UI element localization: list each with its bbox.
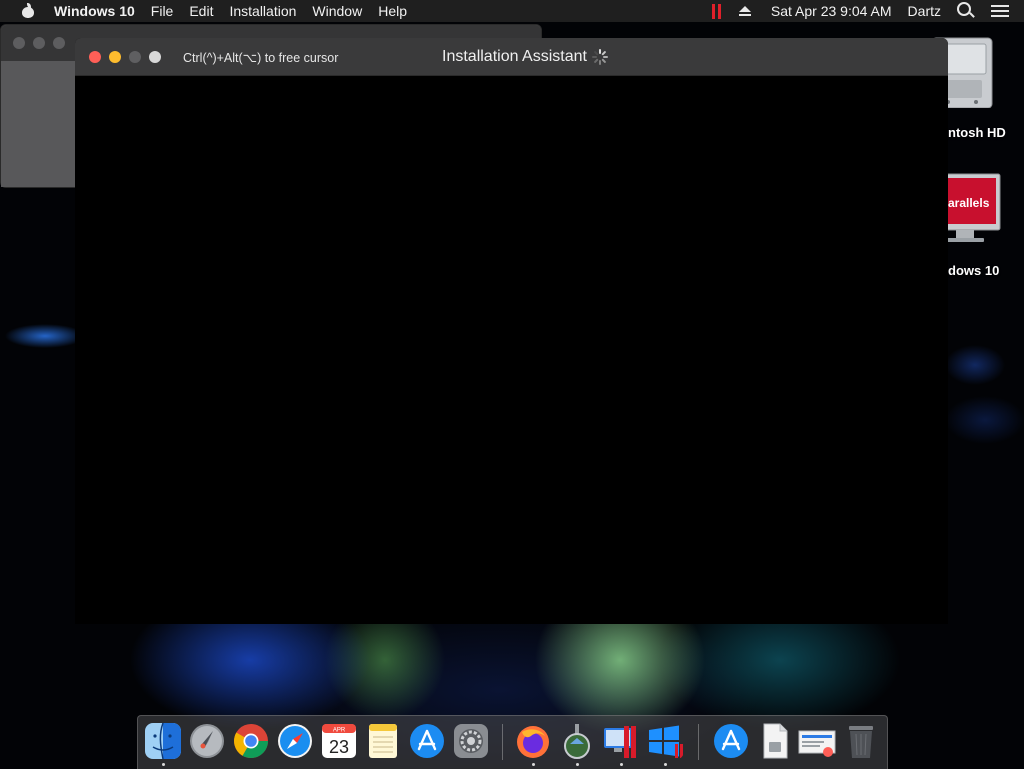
fullscreen-button[interactable] bbox=[149, 51, 161, 63]
menu-file[interactable]: File bbox=[151, 3, 174, 19]
desktop-icon-label-win10[interactable]: dows 10 bbox=[948, 263, 999, 278]
menu-window[interactable]: Window bbox=[312, 3, 362, 19]
firefox-icon[interactable] bbox=[514, 722, 552, 760]
minimize-button[interactable] bbox=[109, 51, 121, 63]
windows-vm-running-indicator bbox=[664, 763, 667, 766]
parallels-desktop-icon[interactable] bbox=[602, 722, 640, 760]
windows-10-vm-icon[interactable] bbox=[646, 722, 684, 760]
finder-icon[interactable] bbox=[144, 722, 182, 760]
calendar-day: 23 bbox=[329, 737, 349, 757]
menubar-clock[interactable]: Sat Apr 23 9:04 AM bbox=[771, 3, 892, 19]
calendar-icon[interactable]: APR 23 bbox=[320, 722, 358, 760]
chrome-icon[interactable] bbox=[232, 722, 270, 760]
bg-minimize-button[interactable] bbox=[33, 37, 45, 49]
zoom-button[interactable] bbox=[129, 51, 141, 63]
menu-edit[interactable]: Edit bbox=[189, 3, 213, 19]
launchpad-icon[interactable] bbox=[188, 722, 226, 760]
installer-running-indicator bbox=[576, 763, 579, 766]
document-icon[interactable] bbox=[756, 722, 794, 760]
firefox-running-indicator bbox=[532, 763, 535, 766]
dock: APR 23 bbox=[137, 715, 888, 769]
menu-bar: Windows 10 File Edit Installation Window… bbox=[0, 0, 1024, 22]
vm-display-area[interactable] bbox=[75, 76, 948, 624]
notification-center-icon[interactable] bbox=[991, 5, 1009, 17]
parallels-badge-text: arallels bbox=[948, 196, 990, 210]
loading-spinner-icon bbox=[592, 49, 608, 65]
menu-help[interactable]: Help bbox=[378, 3, 407, 19]
app-store-icon[interactable] bbox=[408, 722, 446, 760]
trash-icon[interactable] bbox=[842, 722, 880, 760]
window-titlebar[interactable]: Ctrl(^)+Alt(⌥) to free cursor Installati… bbox=[75, 38, 948, 76]
menu-installation[interactable]: Installation bbox=[229, 3, 296, 19]
apple-menu-icon[interactable] bbox=[21, 3, 35, 19]
system-preferences-icon[interactable] bbox=[452, 722, 490, 760]
free-cursor-hint: Ctrl(^)+Alt(⌥) to free cursor bbox=[183, 51, 339, 65]
installer-icon[interactable] bbox=[558, 722, 596, 760]
menubar-user[interactable]: Dartz bbox=[908, 3, 941, 19]
installation-assistant-window[interactable]: Ctrl(^)+Alt(⌥) to free cursor Installati… bbox=[75, 38, 948, 624]
parallels-running-indicator bbox=[620, 763, 623, 766]
desktop-icon-label-hd[interactable]: ntosh HD bbox=[948, 125, 1006, 140]
calendar-month: APR bbox=[333, 728, 346, 734]
finder-running-indicator bbox=[162, 763, 165, 766]
downloads-folder-icon[interactable] bbox=[712, 722, 750, 760]
preview-icon[interactable] bbox=[798, 722, 836, 760]
eject-icon[interactable] bbox=[738, 6, 751, 16]
close-button[interactable] bbox=[89, 51, 101, 63]
safari-icon[interactable] bbox=[276, 722, 314, 760]
window-title: Installation Assistant bbox=[442, 48, 587, 65]
parallels-status-icon[interactable] bbox=[711, 3, 721, 19]
dock-separator bbox=[502, 724, 503, 760]
spotlight-search-icon[interactable] bbox=[957, 2, 971, 16]
bg-close-button[interactable] bbox=[13, 37, 25, 49]
notes-icon[interactable] bbox=[364, 722, 402, 760]
bg-zoom-button[interactable] bbox=[53, 37, 65, 49]
app-menu[interactable]: Windows 10 bbox=[54, 3, 135, 19]
dock-separator bbox=[698, 724, 699, 760]
